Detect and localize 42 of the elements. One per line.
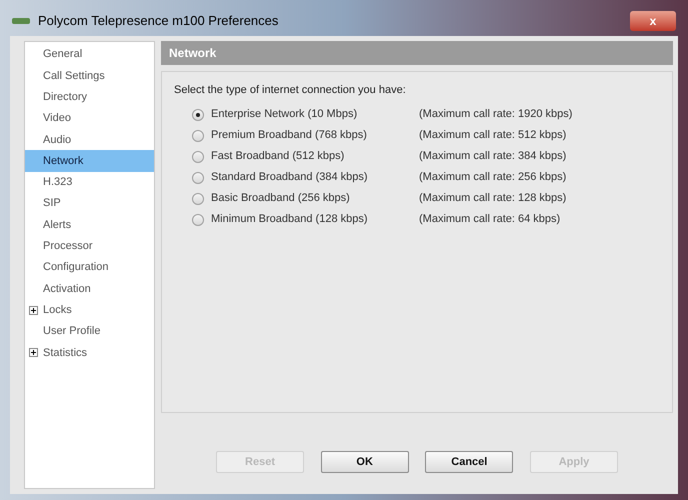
call-rate-text: (Maximum call rate: 256 kbps) — [419, 170, 566, 186]
sidebar-item[interactable]: User Profile — [25, 320, 154, 342]
dialog-button[interactable]: Cancel — [425, 451, 514, 473]
radio-button[interactable] — [192, 192, 204, 204]
sidebar-item[interactable]: Directory — [25, 86, 154, 108]
call-rate-text: (Maximum call rate: 128 kbps) — [419, 191, 566, 206]
option-label: Enterprise Network (10 Mbps) — [211, 107, 358, 122]
option-label: Fast Broadband (512 kbps) — [211, 149, 346, 164]
sidebar-item[interactable]: SIP — [25, 193, 154, 214]
call-rate-text: (Maximum call rate: 512 kbps) — [419, 128, 566, 144]
sidebar-item[interactable]: Activation — [25, 278, 154, 300]
radio-button[interactable] — [192, 172, 204, 184]
radio-button[interactable] — [192, 150, 204, 162]
expand-icon[interactable] — [29, 348, 38, 358]
expand-icon[interactable] — [29, 306, 38, 315]
option-label: Premium Broadband (768 kbps) — [211, 128, 368, 144]
sidebar-item[interactable]: Alerts — [25, 214, 154, 236]
sidebar-item[interactable]: Locks — [38, 300, 154, 321]
call-rate-text: (Maximum call rate: 384 kbps) — [419, 149, 566, 164]
radio-button[interactable] — [192, 108, 204, 120]
prompt-text: Select the type of internet connection you have: — [174, 83, 407, 98]
sidebar-item[interactable]: Processor — [25, 236, 154, 257]
sidebar-item[interactable]: Statistics — [38, 342, 154, 364]
sidebar-item[interactable]: Audio — [25, 129, 154, 150]
sidebar-item[interactable]: Network — [25, 150, 154, 172]
call-rate-text: (Maximum call rate: 1920 kbps) — [419, 107, 572, 122]
sidebar-item[interactable]: General — [25, 44, 154, 66]
dialog-button[interactable]: OK — [320, 451, 409, 473]
app-icon — [12, 16, 30, 26]
window-title: Polycom Telepresence m100 Preferences — [38, 12, 278, 30]
sidebar-item[interactable]: Video — [25, 108, 154, 130]
radio-button[interactable] — [192, 214, 204, 226]
sidebar-item[interactable]: H.323 — [25, 172, 154, 194]
call-rate-text: (Maximum call rate: 64 kbps) — [419, 212, 560, 228]
radio-button[interactable] — [192, 130, 204, 142]
option-label: Minimum Broadband (128 kbps) — [211, 212, 369, 228]
sidebar-item[interactable]: Call Settings — [25, 65, 154, 87]
panel-title: Network — [169, 45, 216, 62]
option-label: Basic Broadband (256 kbps) — [211, 191, 351, 206]
option-label: Standard Broadband (384 kbps) — [211, 170, 369, 186]
close-button[interactable]: x — [630, 11, 676, 31]
sidebar-item[interactable]: Configuration — [25, 256, 154, 278]
